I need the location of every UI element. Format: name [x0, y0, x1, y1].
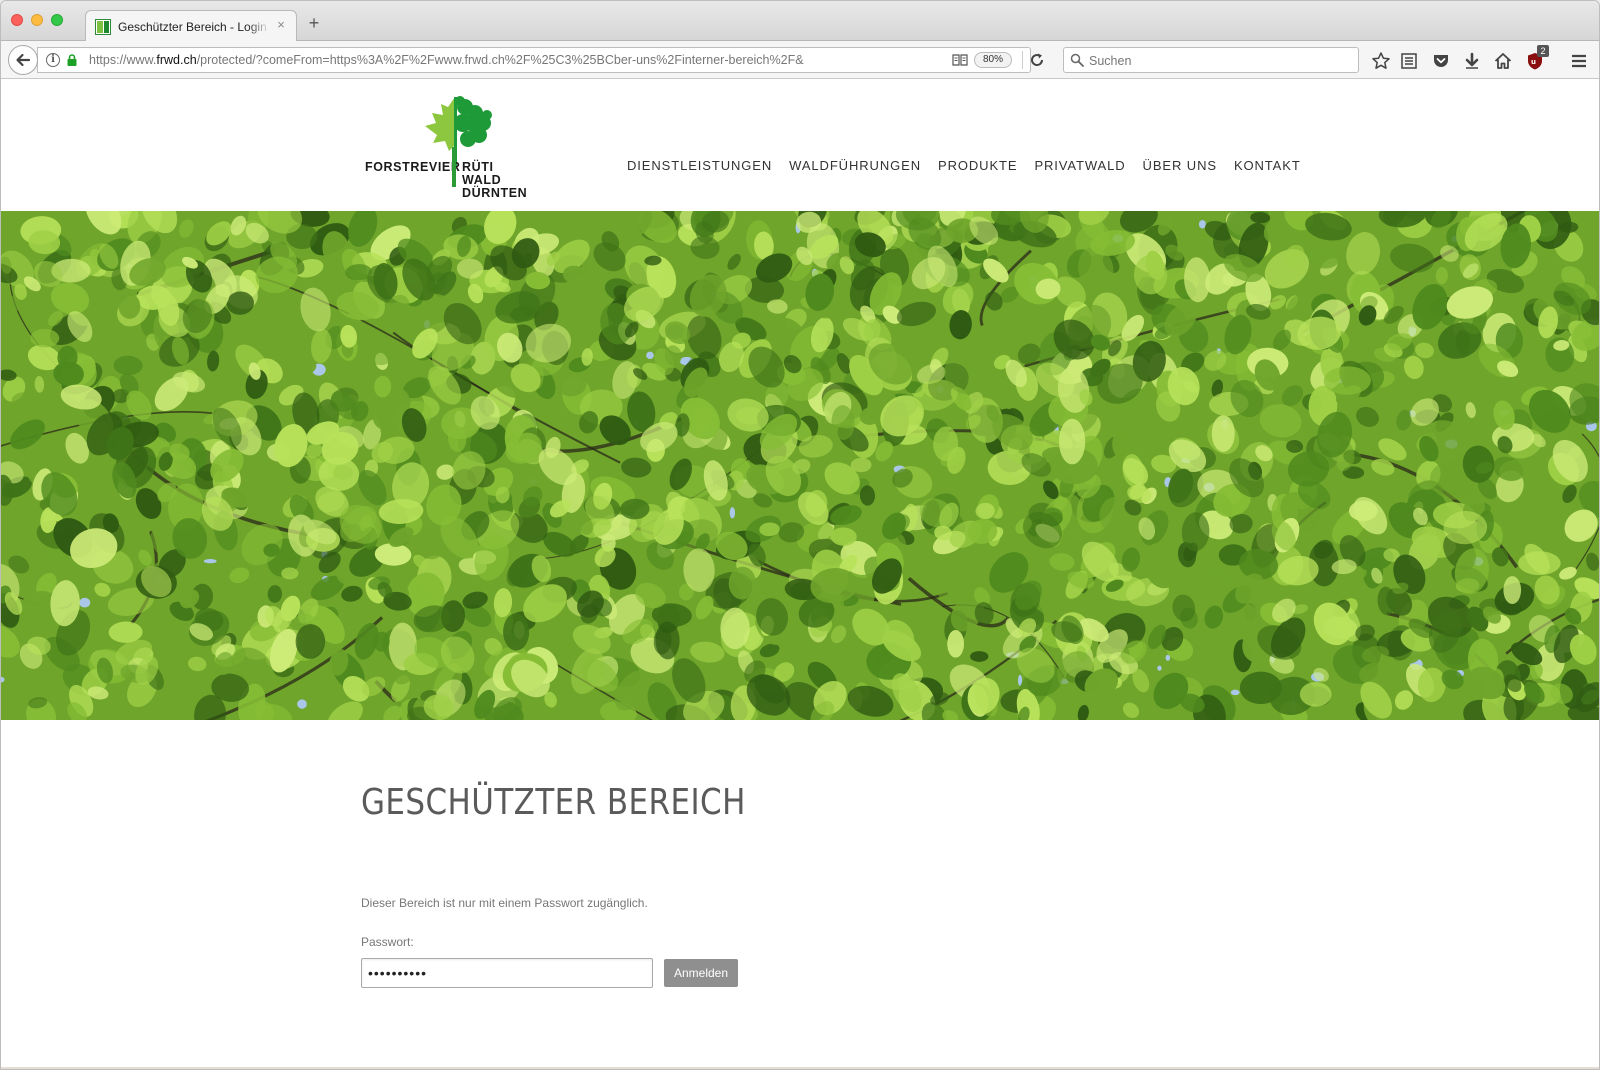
logo-divider-bar — [452, 147, 456, 187]
reload-icon[interactable] — [1029, 52, 1045, 68]
tree-logo-icon — [425, 96, 492, 167]
svg-text:u: u — [1531, 58, 1536, 66]
browser-window: Geschützter Bereich - Login - F × + i ht… — [0, 0, 1600, 1070]
hamburger-menu-icon[interactable] — [1569, 51, 1589, 71]
logo-line-1: FORSTREVIER — [365, 160, 461, 174]
pocket-icon[interactable] — [1431, 51, 1451, 71]
site-logo[interactable]: FORSTREVIER RÜTI WALD DÜRNTEN — [361, 93, 531, 203]
close-window-button[interactable] — [11, 14, 23, 26]
site-favicon-icon — [95, 19, 111, 35]
logo-line-2: WALD — [462, 173, 502, 187]
nav-item-ueber-uns[interactable]: ÜBER UNS — [1143, 158, 1217, 173]
zoom-window-button[interactable] — [51, 14, 63, 26]
intro-text: Dieser Bereich ist nur mit einem Passwor… — [361, 896, 648, 910]
tab-title: Geschützter Bereich - Login - F — [118, 20, 270, 34]
url-separator — [1022, 51, 1023, 69]
url-bar[interactable]: i https://www.frwd.ch/protected/?comeFro… — [37, 47, 1031, 73]
site-info-icon[interactable]: i — [46, 53, 60, 67]
nav-item-privatwald[interactable]: PRIVATWALD — [1034, 158, 1125, 173]
home-icon[interactable] — [1493, 51, 1513, 71]
back-arrow-icon — [16, 53, 31, 67]
bookmarks-list-icon[interactable] — [1399, 51, 1419, 71]
nav-item-produkte[interactable]: PRODUKTE — [938, 158, 1017, 173]
url-host: frwd.ch — [156, 53, 197, 67]
lock-icon — [67, 54, 77, 66]
hero-foliage-image — [1, 211, 1599, 720]
downloads-icon[interactable] — [1462, 51, 1482, 71]
main-navigation: DIENSTLEISTUNGEN WALDFÜHRUNGEN PRODUKTE … — [627, 158, 1301, 173]
password-input[interactable] — [361, 958, 653, 988]
search-icon — [1070, 53, 1084, 67]
page-title: GESCHÜTZTER BEREICH — [361, 782, 746, 823]
tab-close-icon[interactable]: × — [274, 18, 288, 32]
logo-line-1b: RÜTI — [462, 160, 494, 174]
login-section: GESCHÜTZTER BEREICH Dieser Bereich ist n… — [361, 720, 1261, 1069]
password-label: Passwort: — [361, 935, 414, 949]
url-text[interactable]: https://www.frwd.ch/protected/?comeFrom=… — [89, 53, 804, 67]
web-page: FORSTREVIER RÜTI WALD DÜRNTEN DIENSTLEIS… — [1, 80, 1599, 1069]
url-path: /protected/?comeFrom=https%3A%2F%2Fwww.f… — [196, 53, 804, 67]
login-button[interactable]: Anmelden — [664, 959, 738, 987]
nav-item-dienstleistungen[interactable]: DIENSTLEISTUNGEN — [627, 158, 772, 173]
foliage-picture — [1, 211, 1599, 720]
tab-active[interactable]: Geschützter Bereich - Login - F × — [85, 10, 297, 42]
nav-item-waldfuehrungen[interactable]: WALDFÜHRUNGEN — [789, 158, 921, 173]
zoom-level-badge[interactable]: 80% — [974, 52, 1012, 68]
navigation-toolbar: i https://www.frwd.ch/protected/?comeFro… — [1, 41, 1599, 79]
tab-strip: Geschützter Bereich - Login - F × + — [1, 1, 1599, 42]
bookmark-star-icon[interactable] — [1371, 51, 1391, 71]
new-tab-button[interactable]: + — [305, 14, 323, 32]
minimize-window-button[interactable] — [31, 14, 43, 26]
addon-badge-count: 2 — [1537, 45, 1549, 57]
nav-item-kontakt[interactable]: KONTAKT — [1234, 158, 1301, 173]
logo-line-3: DÜRNTEN — [462, 186, 528, 200]
back-button[interactable] — [8, 45, 38, 75]
search-bar[interactable]: Suchen — [1063, 47, 1359, 73]
search-placeholder: Suchen — [1089, 54, 1132, 68]
site-header: FORSTREVIER RÜTI WALD DÜRNTEN DIENSTLEIS… — [1, 80, 1599, 211]
reader-view-icon[interactable] — [952, 53, 968, 67]
url-prefix: https://www. — [89, 53, 157, 67]
